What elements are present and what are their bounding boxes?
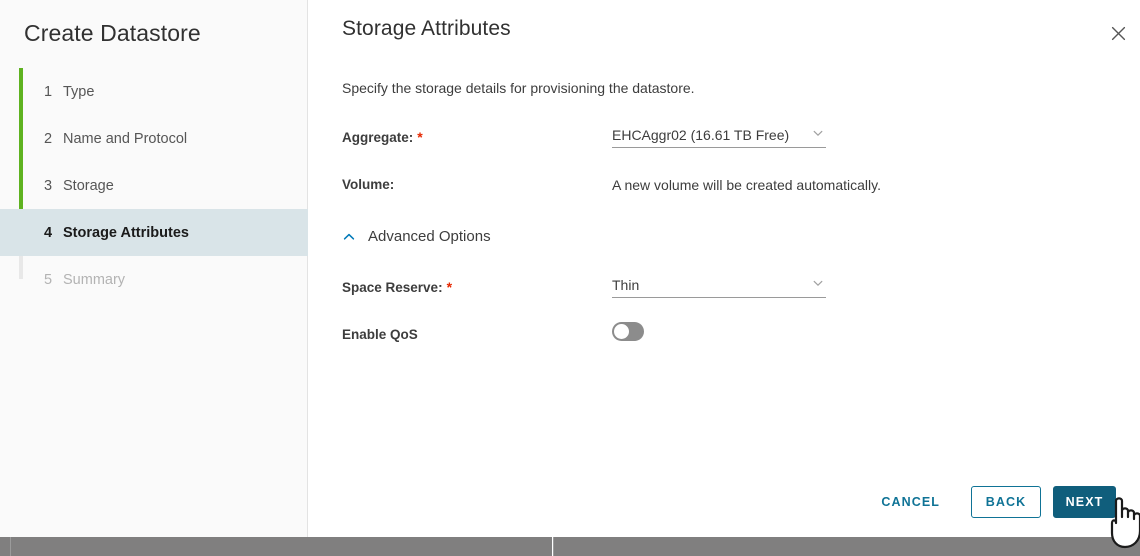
back-button[interactable]: BACK [971,486,1041,518]
chevron-down-icon [812,126,824,144]
background-strip [0,537,1140,556]
wizard-main-panel: Storage Attributes Specify the storage d… [308,0,1140,537]
sidebar-item-storage[interactable]: 3 Storage [0,162,308,209]
panel-description: Specify the storage details for provisio… [342,80,695,96]
sidebar-item-name-and-protocol[interactable]: 2 Name and Protocol [0,115,308,162]
wizard-sidebar: Create Datastore 1 Type 2 Name and Proto… [0,0,308,537]
chevron-down-icon [812,276,824,294]
step-label: Type [63,84,94,100]
space-reserve-label-text: Space Reserve: [342,280,443,295]
step-number: 5 [44,272,63,288]
wizard-footer: CANCEL BACK NEXT [862,486,1116,518]
step-number: 2 [44,131,63,147]
next-button[interactable]: NEXT [1053,486,1116,518]
step-label: Name and Protocol [63,131,187,147]
space-reserve-value: Thin [612,277,639,293]
step-label: Summary [63,272,125,288]
sidebar-item-storage-attributes[interactable]: 4 Storage Attributes [0,209,308,256]
advanced-options-toggle[interactable]: Advanced Options [342,228,491,245]
aggregate-value: EHCAggr02 (16.61 TB Free) [612,127,789,143]
background-strip-right [554,537,1140,556]
storage-attributes-form: Aggregate: * EHCAggr02 (16.61 TB Free) Vo… [342,126,1102,222]
step-number: 1 [44,84,63,100]
space-reserve-label: Space Reserve: * [342,279,452,295]
volume-label: Volume: [342,177,394,192]
create-datastore-wizard: Create Datastore 1 Type 2 Name and Proto… [0,0,1140,537]
sidebar-item-type[interactable]: 1 Type [0,68,308,115]
step-label: Storage [63,178,114,194]
step-number: 3 [44,178,63,194]
required-asterisk: * [447,279,452,295]
wizard-title: Create Datastore [24,20,201,47]
aggregate-label: Aggregate: * [342,129,423,145]
enable-qos-label: Enable QoS [342,327,418,342]
field-row-aggregate: Aggregate: * EHCAggr02 (16.61 TB Free) [342,126,1102,174]
field-row-volume: Volume: A new volume will be created aut… [342,174,1102,222]
background-strip-divider-2 [553,537,554,556]
background-strip-left [0,537,10,556]
chevron-up-icon [342,230,356,244]
field-row-space-reserve: Space Reserve: * Thin [342,276,1102,324]
cancel-button[interactable]: CANCEL [862,486,959,518]
advanced-options-label: Advanced Options [368,228,491,245]
enable-qos-toggle[interactable] [612,322,644,341]
aggregate-select[interactable]: EHCAggr02 (16.61 TB Free) [612,122,826,148]
sidebar-item-summary: 5 Summary [0,256,308,303]
volume-value: A new volume will be created automatical… [612,177,881,193]
advanced-options-form: Space Reserve: * Thin Enable QoS [342,276,1102,372]
page-title: Storage Attributes [342,17,511,41]
close-icon[interactable] [1105,20,1131,46]
wizard-step-list: 1 Type 2 Name and Protocol 3 Storage 4 S… [0,68,308,303]
space-reserve-select[interactable]: Thin [612,272,826,298]
field-row-enable-qos: Enable QoS [342,324,1102,372]
step-number: 4 [44,225,63,241]
background-strip-divider-1 [10,537,11,556]
aggregate-label-text: Aggregate: [342,130,413,145]
required-asterisk: * [417,129,422,145]
step-label: Storage Attributes [63,225,189,241]
toggle-knob [614,324,629,339]
background-strip-middle [11,537,552,556]
